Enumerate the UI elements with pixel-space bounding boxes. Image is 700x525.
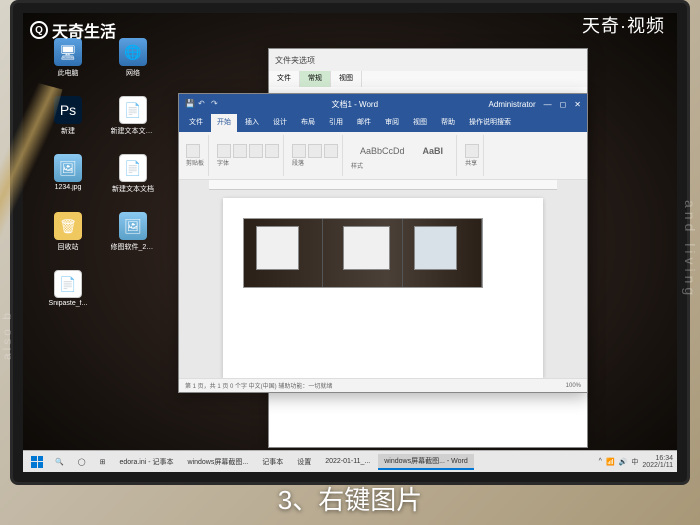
save-icon[interactable]: 💾 <box>185 99 195 109</box>
desktop-icon-edit[interactable]: 🖼修图软件_20220111... <box>113 212 153 252</box>
word-title: 文档1 - Word <box>332 99 379 110</box>
desktop-screen: 🖥此电脑 🌐网络 Ps新建 📄新建文本文档.txt 🖼1234.jpg 📄新建文… <box>23 13 677 472</box>
desktop-icon-jpg[interactable]: 🖼1234.jpg <box>48 154 88 194</box>
menu-design[interactable]: 设计 <box>267 114 293 132</box>
share-button[interactable] <box>465 144 479 158</box>
ribbon-font: 字体 <box>213 135 284 176</box>
taskbar-search[interactable]: 🔍 <box>49 456 70 468</box>
taskbar-snip[interactable]: windows屏幕截图... <box>182 455 255 469</box>
watermark-top-left: Q 天奇生活 <box>30 18 116 42</box>
document-page[interactable] <box>223 198 543 378</box>
taskbar-notepad1[interactable]: edora.ini - 记事本 <box>113 455 179 469</box>
word-titlebar[interactable]: 💾 ↶ ↷ 文档1 - Word Administrator — ◻ ✕ <box>179 94 587 114</box>
menu-view[interactable]: 视图 <box>407 114 433 132</box>
align-left-button[interactable] <box>292 144 306 158</box>
tray-chevron-icon[interactable]: ^ <box>599 458 602 465</box>
ribbon-paragraph: 段落 <box>288 135 343 176</box>
bullets-button[interactable] <box>324 144 338 158</box>
tray-network-icon[interactable]: 📶 <box>606 458 615 466</box>
desktop-icon-txt2[interactable]: 📄新建文本文档 <box>113 154 153 194</box>
tab-general[interactable]: 常规 <box>300 71 331 87</box>
taskbar-taskview[interactable]: ⊞ <box>94 456 112 468</box>
watermark-top-right: 天奇·视频 <box>582 12 665 38</box>
taskbar-notepad2[interactable]: 记事本 <box>256 455 289 469</box>
taskbar-cortana[interactable]: ◯ <box>72 456 92 468</box>
menu-insert[interactable]: 插入 <box>239 114 265 132</box>
underline-button[interactable] <box>249 144 263 158</box>
desktop-icon-pc[interactable]: 🖥此电脑 <box>48 38 88 78</box>
ribbon-clipboard: 剪贴板 <box>182 135 209 176</box>
frame-decor-right: and living <box>682 200 698 299</box>
clock-date[interactable]: 2022/1/11 <box>642 462 673 469</box>
status-zoom[interactable]: 100% <box>566 383 581 389</box>
user-name[interactable]: Administrator <box>489 100 536 109</box>
redo-icon[interactable]: ↷ <box>211 99 221 109</box>
tab-file[interactable]: 文件 <box>269 71 300 87</box>
ribbon-styles: AaBbCcDd AaBI 样式 <box>347 135 457 176</box>
style-heading[interactable]: AaBI <box>414 141 453 161</box>
frame-decor-left: also b <box>0 310 14 360</box>
word-window[interactable]: 💾 ↶ ↷ 文档1 - Word Administrator — ◻ ✕ 文件 … <box>178 93 588 393</box>
status-page[interactable]: 第 1 页，共 1 页 0 个字 中文(中国) 辅助功能：一切就绪 <box>185 381 332 390</box>
quick-access: 💾 ↶ ↷ <box>185 99 221 109</box>
italic-button[interactable] <box>233 144 247 158</box>
maximize-icon[interactable]: ◻ <box>560 100 567 109</box>
font-color-button[interactable] <box>265 144 279 158</box>
menu-ref[interactable]: 引用 <box>323 114 349 132</box>
word-statusbar: 第 1 页，共 1 页 0 个字 中文(中国) 辅助功能：一切就绪 100% <box>179 378 587 392</box>
taskbar-image[interactable]: 2022-01-11_... <box>319 456 376 467</box>
ribbon-share: 共享 <box>461 135 484 176</box>
style-normal[interactable]: AaBbCcDd <box>351 141 414 161</box>
word-menu: 文件 开始 插入 设计 布局 引用 邮件 审阅 视图 帮助 操作说明搜索 <box>179 114 587 132</box>
minimize-icon[interactable]: — <box>544 100 552 109</box>
tab-view[interactable]: 视图 <box>331 71 362 87</box>
windows-logo-icon <box>31 456 43 468</box>
ruler[interactable] <box>209 180 557 190</box>
system-tray: ^ 📶 🔊 中 16:34 2022/1/11 <box>599 455 673 469</box>
tray-ime-icon[interactable]: 中 <box>631 457 638 467</box>
video-caption: 3、右键图片 <box>0 480 700 517</box>
start-button[interactable] <box>27 453 47 471</box>
window-title[interactable]: 文件夹选项 <box>269 49 587 71</box>
inserted-image[interactable] <box>243 218 483 288</box>
ribbon: 剪贴板 字体 段落 <box>179 132 587 180</box>
desktop-icon-snip[interactable]: 📄Snipaste_f... <box>48 270 88 307</box>
menu-help[interactable]: 帮助 <box>435 114 461 132</box>
tabs: 文件 常规 视图 <box>269 71 587 87</box>
undo-icon[interactable]: ↶ <box>198 99 208 109</box>
menu-file[interactable]: 文件 <box>183 114 209 132</box>
menu-mail[interactable]: 邮件 <box>351 114 377 132</box>
menu-review[interactable]: 审阅 <box>379 114 405 132</box>
taskbar-settings[interactable]: 设置 <box>291 455 317 469</box>
monitor-frame: 🖥此电脑 🌐网络 Ps新建 📄新建文本文档.txt 🖼1234.jpg 📄新建文… <box>10 0 690 485</box>
menu-home[interactable]: 开始 <box>211 114 237 132</box>
document-area[interactable] <box>179 180 587 378</box>
close-icon[interactable]: ✕ <box>574 100 581 109</box>
taskbar: 🔍 ◯ ⊞ edora.ini - 记事本 windows屏幕截图... 记事本… <box>23 450 677 472</box>
taskbar-word[interactable]: windows屏幕截图... - Word <box>378 454 474 470</box>
align-center-button[interactable] <box>308 144 322 158</box>
clock-time[interactable]: 16:34 <box>642 455 673 462</box>
desktop-icon-txt1[interactable]: 📄新建文本文档.txt <box>113 96 153 136</box>
menu-layout[interactable]: 布局 <box>295 114 321 132</box>
tray-volume-icon[interactable]: 🔊 <box>619 458 628 466</box>
menu-tellme[interactable]: 操作说明搜索 <box>463 114 517 132</box>
bold-button[interactable] <box>217 144 231 158</box>
watermark-logo-icon: Q <box>30 21 48 39</box>
desktop-icon-network[interactable]: 🌐网络 <box>113 38 153 78</box>
desktop-icon-recycle[interactable]: 🗑回收站 <box>48 212 88 252</box>
paste-button[interactable] <box>186 144 200 158</box>
desktop-icons: 🖥此电脑 🌐网络 Ps新建 📄新建文本文档.txt 🖼1234.jpg 📄新建文… <box>48 38 153 307</box>
